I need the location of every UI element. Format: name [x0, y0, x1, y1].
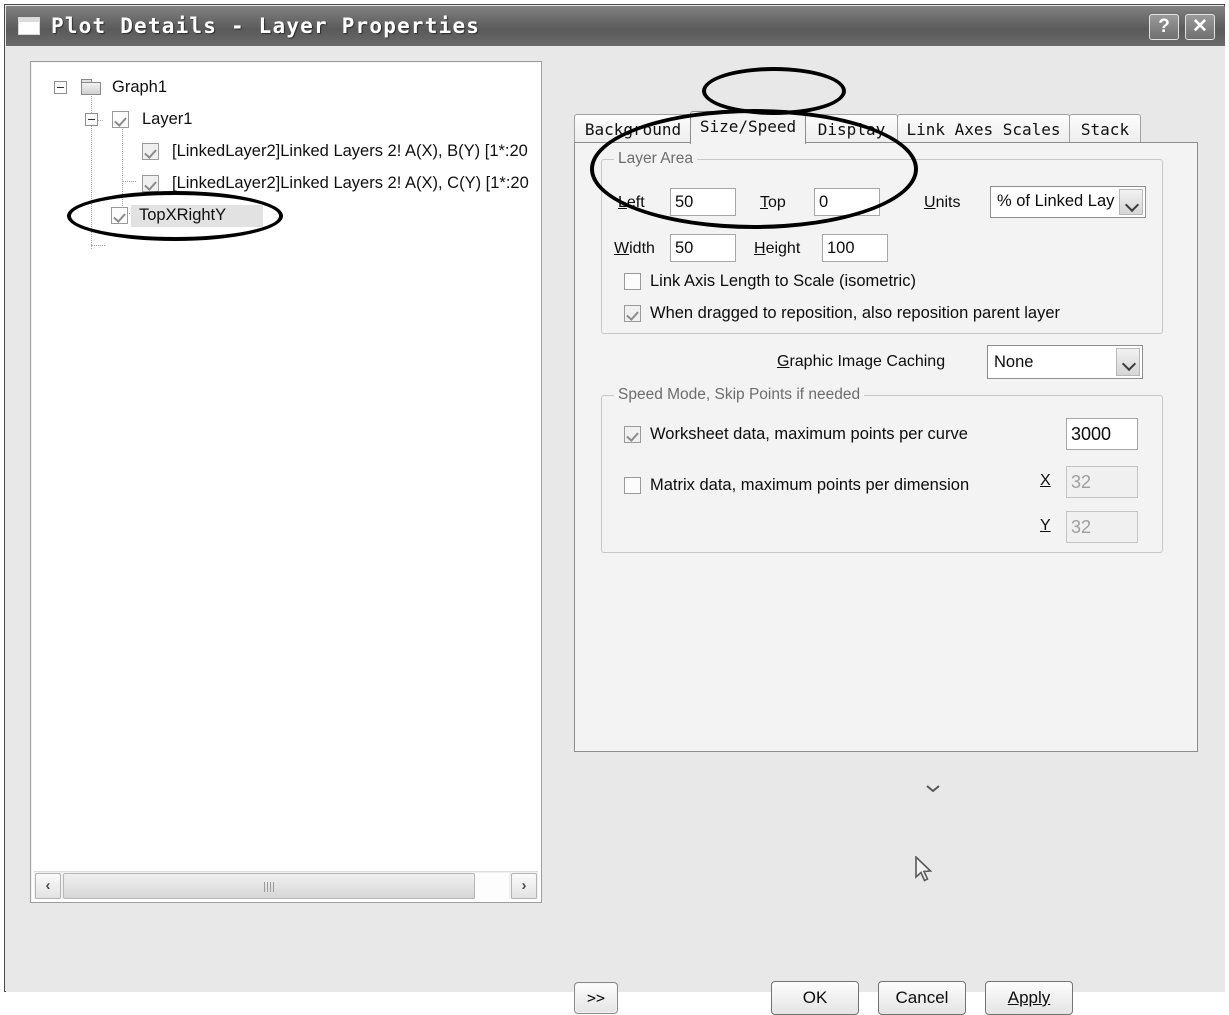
top-input[interactable]: 0: [814, 188, 880, 216]
tree-connector-horizontal: [91, 245, 105, 246]
chevron-down-icon[interactable]: [1116, 348, 1140, 376]
top-label: Top: [760, 194, 786, 211]
left-label: Left: [618, 194, 645, 211]
chevron-down-icon[interactable]: [1119, 189, 1143, 215]
worksheet-data-checkbox[interactable]: [624, 426, 641, 443]
height-input[interactable]: 100: [822, 234, 888, 262]
tree-node-label: [LinkedLayer2]Linked Layers 2! A(X), B(Y…: [172, 142, 528, 160]
tree-node-plot-c[interactable]: [LinkedLayer2]Linked Layers 2! A(X), C(Y…: [34, 170, 538, 199]
layer-area-title: Layer Area: [614, 150, 697, 168]
layer-area-group: Layer Area Left 50 Top 0 Units % of Link…: [601, 150, 1163, 334]
tree-node-label: Graph1: [112, 78, 168, 96]
scrollbar-thumb[interactable]: [63, 873, 475, 899]
window-icon: [18, 17, 40, 35]
tree-node-plot-b[interactable]: [LinkedLayer2]Linked Layers 2! A(X), B(Y…: [34, 138, 538, 167]
layer-tree-panel: Graph1 Layer1 [LinkedLayer2]Linked Layer…: [30, 61, 542, 903]
reposition-parent-label: When dragged to reposition, also reposit…: [650, 304, 1060, 322]
expander-minus-icon[interactable]: [85, 113, 98, 126]
tree-node-label: TopXRightY: [139, 206, 227, 224]
scrollbar-grip-icon: [264, 882, 274, 892]
speed-mode-group: Speed Mode, Skip Points if needed Worksh…: [601, 386, 1163, 553]
graphic-image-caching-value: None: [994, 353, 1034, 371]
help-button[interactable]: ?: [1149, 14, 1179, 40]
tree-horizontal-scrollbar[interactable]: ‹ ›: [34, 871, 538, 899]
tab-stack[interactable]: Stack: [1069, 114, 1141, 144]
plot-details-dialog: Plot Details - Layer Properties ? ✕ Grap…: [4, 4, 1225, 1015]
layer-tree: Graph1 Layer1 [LinkedLayer2]Linked Layer…: [34, 65, 538, 868]
expand-button[interactable]: >>: [574, 982, 618, 1014]
scroll-left-arrow-icon[interactable]: ‹: [35, 873, 61, 899]
window-title: Plot Details - Layer Properties: [51, 14, 481, 38]
left-input[interactable]: 50: [670, 188, 736, 216]
tab-link-axes-scales[interactable]: Link Axes Scales: [897, 114, 1070, 144]
worksheet-max-points-input[interactable]: 3000: [1066, 418, 1138, 450]
tree-node-graph1[interactable]: Graph1: [34, 74, 538, 103]
chevron-artifact-icon: [926, 780, 940, 793]
tree-node-checkbox[interactable]: [142, 143, 159, 160]
tree-node-label: [LinkedLayer2]Linked Layers 2! A(X), C(Y…: [172, 174, 529, 192]
scrollbar-track[interactable]: [63, 873, 509, 899]
apply-button[interactable]: Apply: [985, 981, 1073, 1015]
scroll-right-arrow-icon[interactable]: ›: [511, 873, 537, 899]
tree-node-label: Layer1: [142, 110, 193, 128]
matrix-x-input[interactable]: 32: [1066, 466, 1138, 498]
units-dropdown[interactable]: % of Linked Lay: [990, 186, 1146, 218]
link-axis-length-label: Link Axis Length to Scale (isometric): [650, 272, 916, 290]
graphic-image-caching-label: Graphic Image Caching: [777, 353, 946, 370]
mouse-cursor-icon: [914, 855, 934, 889]
folder-icon: [81, 79, 103, 96]
width-label: Width: [614, 240, 655, 257]
graphic-image-caching-dropdown[interactable]: None: [987, 345, 1143, 379]
tab-background[interactable]: Background: [574, 114, 692, 144]
units-value: % of Linked Lay: [997, 192, 1115, 210]
width-input[interactable]: 50: [670, 234, 736, 262]
height-label: Height: [754, 240, 801, 257]
matrix-data-label: Matrix data, maximum points per dimensio…: [650, 476, 970, 494]
tab-display[interactable]: Display: [805, 114, 898, 144]
ok-button[interactable]: OK: [771, 981, 859, 1015]
tree-node-checkbox[interactable]: [111, 207, 128, 224]
close-button[interactable]: ✕: [1185, 14, 1215, 40]
matrix-x-label: X: [1040, 472, 1051, 489]
matrix-data-checkbox[interactable]: [624, 477, 641, 494]
matrix-y-input[interactable]: 32: [1066, 511, 1138, 543]
units-label: Units: [924, 194, 961, 211]
worksheet-data-label: Worksheet data, maximum points per curve: [650, 425, 968, 443]
expander-minus-icon[interactable]: [54, 81, 67, 94]
link-axis-length-checkbox[interactable]: [624, 273, 641, 290]
cancel-button[interactable]: Cancel: [878, 981, 966, 1015]
matrix-y-label: Y: [1040, 517, 1051, 534]
reposition-parent-checkbox[interactable]: [624, 305, 641, 322]
speed-mode-title: Speed Mode, Skip Points if needed: [614, 386, 865, 404]
tree-node-layer1[interactable]: Layer1: [34, 106, 538, 135]
tree-node-topxrighty[interactable]: TopXRightY: [34, 202, 538, 231]
title-bar: Plot Details - Layer Properties ? ✕: [6, 6, 1225, 46]
tree-node-checkbox[interactable]: [112, 111, 129, 128]
size-speed-panel: Layer Area Left 50 Top 0 Units % of Link…: [574, 142, 1198, 752]
tab-size-speed[interactable]: Size/Speed: [690, 111, 806, 144]
tree-node-checkbox[interactable]: [142, 175, 159, 192]
dialog-body: Graph1 Layer1 [LinkedLayer2]Linked Layer…: [6, 46, 1225, 1015]
